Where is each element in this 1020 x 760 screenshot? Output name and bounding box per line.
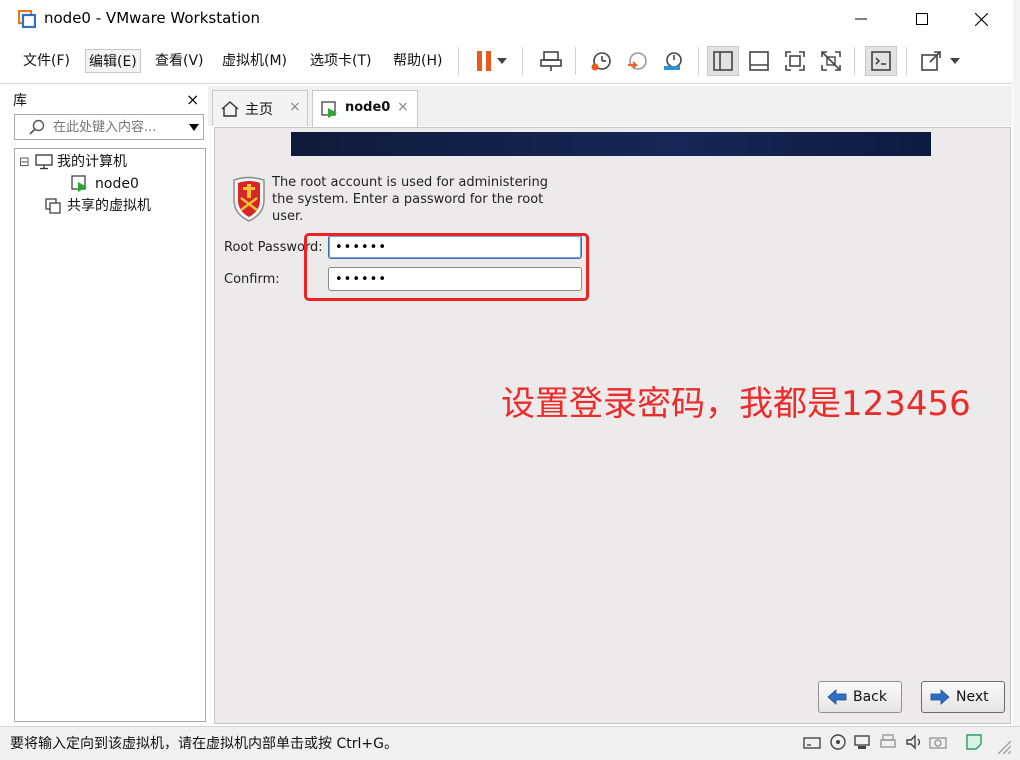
highlight-box bbox=[304, 233, 589, 301]
tree-item-my-computer[interactable]: ⊟ 我的计算机 bbox=[19, 151, 199, 173]
status-text: 要将输入定向到该虚拟机，请在虚拟机内部单击或按 Ctrl+G。 bbox=[10, 736, 398, 752]
sound-icon[interactable] bbox=[904, 732, 924, 752]
manage-snapshots-icon[interactable] bbox=[657, 46, 689, 76]
root-intro-text: The root account is used for administeri… bbox=[272, 175, 549, 224]
tab-home-close[interactable]: × bbox=[289, 99, 301, 115]
tab-node0-close[interactable]: × bbox=[397, 99, 409, 115]
home-icon bbox=[221, 101, 239, 117]
computer-icon bbox=[35, 154, 53, 170]
shared-vm-icon bbox=[45, 198, 61, 214]
hard-disk-icon[interactable] bbox=[802, 732, 822, 752]
desktop-background-strip bbox=[1013, 0, 1020, 760]
show-library-icon[interactable] bbox=[707, 46, 739, 76]
menu-toolbar: 文件(F) 编辑(E) 查看(V) 虚拟机(M) 选项卡(T) 帮助(H) bbox=[0, 38, 1020, 84]
shield-icon bbox=[231, 176, 267, 222]
fullscreen-icon[interactable] bbox=[779, 46, 811, 76]
vmware-app-icon bbox=[17, 9, 37, 29]
tree-item-shared-vms[interactable]: 共享的虚拟机 bbox=[45, 195, 195, 217]
toolbar-separator bbox=[575, 47, 576, 75]
library-title: 库 bbox=[13, 93, 27, 109]
arrow-right-icon bbox=[930, 689, 950, 705]
toolbar-separator bbox=[522, 47, 523, 75]
library-panel: 库 × ⊟ 我的计算机 node0 共享的虚拟机 bbox=[8, 86, 206, 722]
toolbar-separator bbox=[698, 47, 699, 75]
tree-label-shared: 共享的虚拟机 bbox=[67, 198, 151, 214]
window-title: node0 - VMware Workstation bbox=[44, 9, 261, 27]
tab-bar: 主页 × node0 × bbox=[208, 86, 1012, 127]
chevron-down-icon[interactable] bbox=[189, 124, 199, 131]
next-button[interactable]: Next bbox=[921, 681, 1005, 713]
dropdown-arrow-icon[interactable] bbox=[945, 46, 965, 76]
library-search[interactable] bbox=[14, 114, 204, 140]
vm-running-icon bbox=[71, 175, 87, 192]
back-button-label: Back bbox=[853, 689, 887, 705]
unity-icon[interactable] bbox=[815, 46, 847, 76]
vm-console[interactable]: The root account is used for administeri… bbox=[214, 127, 1011, 724]
confirm-label: Confirm: bbox=[224, 272, 280, 287]
tree-label-node0: node0 bbox=[95, 176, 139, 192]
vm-running-icon bbox=[321, 101, 337, 118]
tree-item-node0[interactable]: node0 bbox=[71, 173, 151, 195]
status-bar: 要将输入定向到该虚拟机，请在虚拟机内部单击或按 Ctrl+G。 bbox=[0, 726, 1020, 760]
snapshot-icon[interactable] bbox=[585, 46, 617, 76]
search-input[interactable] bbox=[53, 118, 177, 136]
thumbnail-bar-icon[interactable] bbox=[743, 46, 775, 76]
stretch-icon[interactable] bbox=[915, 46, 947, 76]
menu-tabs[interactable]: 选项卡(T) bbox=[307, 49, 374, 73]
network-icon[interactable] bbox=[852, 732, 872, 752]
collapse-icon[interactable]: ⊟ bbox=[19, 155, 30, 170]
toolbar-separator bbox=[906, 47, 907, 75]
menu-view[interactable]: 查看(V) bbox=[152, 49, 207, 73]
resize-grip-icon[interactable] bbox=[992, 735, 1012, 755]
arrow-left-icon bbox=[827, 689, 847, 705]
tab-node0[interactable]: node0 × bbox=[312, 90, 418, 127]
tab-home[interactable]: 主页 × bbox=[212, 90, 308, 126]
printer-icon[interactable] bbox=[878, 732, 898, 752]
cd-rom-icon[interactable] bbox=[828, 732, 848, 752]
menu-vm[interactable]: 虚拟机(M) bbox=[219, 49, 290, 73]
close-window-button[interactable] bbox=[958, 0, 1004, 38]
camera-icon[interactable] bbox=[928, 732, 948, 752]
annotation-text: 设置登录密码，我都是123456 bbox=[501, 384, 971, 424]
minimize-button[interactable] bbox=[838, 0, 884, 38]
tree-label-my-computer: 我的计算机 bbox=[57, 154, 127, 170]
tab-node0-label: node0 bbox=[345, 100, 391, 115]
send-ctrl-alt-del-icon[interactable] bbox=[535, 46, 567, 76]
library-close-button[interactable]: × bbox=[186, 90, 199, 109]
tab-home-label: 主页 bbox=[245, 102, 273, 118]
dropdown-arrow-icon[interactable] bbox=[492, 46, 512, 76]
menu-file[interactable]: 文件(F) bbox=[20, 49, 73, 73]
toolbar-separator bbox=[458, 47, 459, 75]
revert-snapshot-icon[interactable] bbox=[621, 46, 653, 76]
next-button-label: Next bbox=[956, 689, 989, 705]
menu-help[interactable]: 帮助(H) bbox=[390, 49, 445, 73]
title-bar: node0 - VMware Workstation bbox=[0, 0, 1020, 38]
menu-edit[interactable]: 编辑(E) bbox=[85, 49, 141, 73]
installer-banner bbox=[291, 132, 931, 156]
vm-area: 主页 × node0 × The root account is used fo… bbox=[208, 86, 1012, 726]
console-view-icon[interactable] bbox=[865, 46, 897, 76]
toolbar-separator bbox=[854, 47, 855, 75]
back-button[interactable]: Back bbox=[818, 681, 902, 713]
search-icon bbox=[29, 119, 45, 135]
library-tree: ⊟ 我的计算机 node0 共享的虚拟机 bbox=[14, 148, 206, 722]
maximize-button[interactable] bbox=[899, 0, 945, 38]
message-log-icon[interactable] bbox=[964, 732, 984, 752]
